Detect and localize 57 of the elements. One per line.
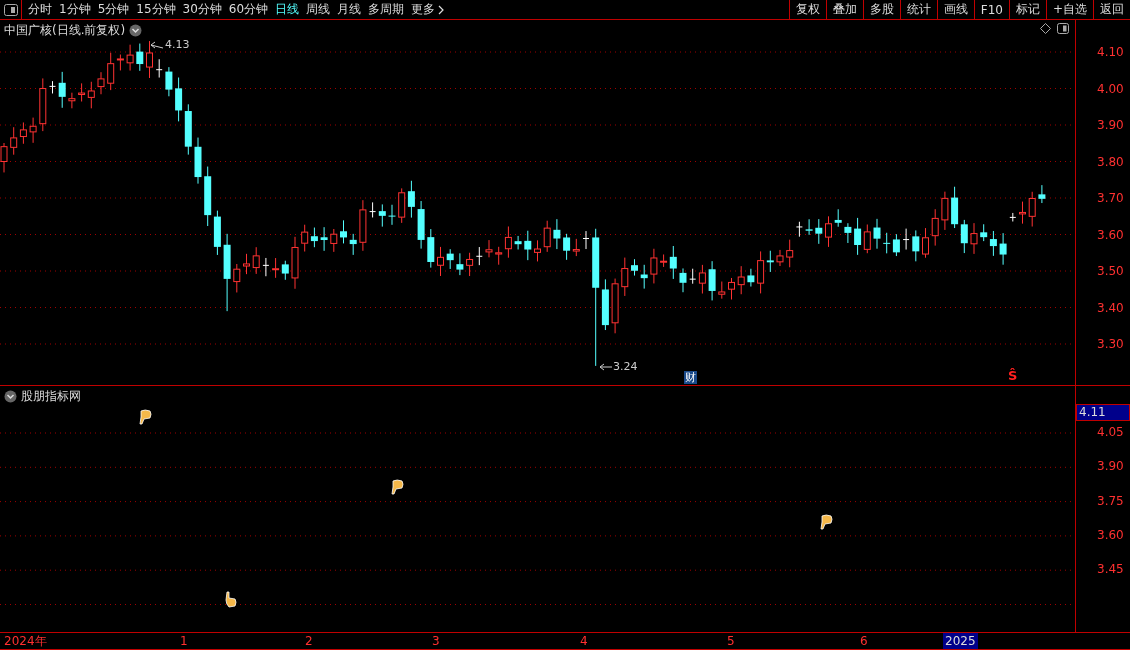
signal-marker[interactable]: Ŝ <box>1008 369 1018 383</box>
period-tab[interactable]: 15分钟 <box>136 1 176 18</box>
toolbar-button[interactable]: 复权 <box>788 0 826 19</box>
period-tab[interactable]: 30分钟 <box>182 1 222 18</box>
period-tab[interactable]: 日线 <box>275 1 300 18</box>
axis-label: 3.80 <box>1096 153 1125 171</box>
axis-label: 3.70 <box>1096 190 1125 207</box>
indicator-title: 股朋指标网 <box>21 388 81 405</box>
axis-label: 3.50 <box>1096 263 1125 280</box>
finance-badge[interactable]: 财 <box>684 371 697 384</box>
period-tab[interactable]: 月线 <box>337 1 362 18</box>
period-tab[interactable]: 60分钟 <box>228 1 269 18</box>
axis-label: 3.30 <box>1096 336 1125 353</box>
date-label: 4 <box>579 633 589 649</box>
axis-label: 3.60 <box>1096 226 1125 244</box>
toolbar-button[interactable]: 标记 <box>1008 0 1046 19</box>
period-tab[interactable]: 多周期 <box>368 1 405 18</box>
axis-label: 4.05 <box>1096 424 1125 441</box>
panel-toggle-icon <box>3 3 18 16</box>
axis-label: 3.45 <box>1096 561 1125 579</box>
leader-line <box>599 363 613 371</box>
period-tab[interactable]: 分时 <box>28 1 52 18</box>
axis-label: 3.90 <box>1096 458 1125 476</box>
axis-label: 4.00 <box>1096 80 1125 98</box>
dropdown-icon[interactable] <box>129 24 143 37</box>
date-label: 5 <box>726 633 736 649</box>
period-tab[interactable]: 更多 <box>411 1 445 18</box>
axis-label: 3.60 <box>1096 526 1125 544</box>
period-tab[interactable]: 5分钟 <box>97 1 130 18</box>
diamond-icon[interactable] <box>1040 23 1051 34</box>
date-label: 2 <box>304 633 314 649</box>
price-label: 4.13 <box>165 38 190 51</box>
panel-toggle-icon[interactable] <box>1057 23 1069 34</box>
price-label: 3.24 <box>613 360 638 373</box>
leader-line <box>150 41 164 49</box>
date-label: 6 <box>859 633 869 649</box>
axis-label: 3.40 <box>1096 299 1125 317</box>
toolbar-button[interactable]: +自选 <box>1045 0 1093 19</box>
toolbar-button[interactable]: F10 <box>973 0 1009 19</box>
toolbar-button[interactable]: 多股 <box>862 0 900 19</box>
toolbar-button[interactable]: 统计 <box>899 0 937 19</box>
axis-label: 3.75 <box>1096 492 1125 510</box>
axis-label: 3.90 <box>1096 117 1125 134</box>
period-tab[interactable]: 周线 <box>306 1 331 18</box>
axis-label: 4.10 <box>1096 44 1125 61</box>
date-label: 1 <box>179 633 189 649</box>
date-label: 3 <box>431 633 441 649</box>
toolbar-button[interactable]: 叠加 <box>825 0 863 19</box>
date-label: 2025 <box>943 633 978 649</box>
dropdown-icon[interactable] <box>4 390 17 403</box>
chevron-right-icon <box>438 4 445 15</box>
period-tab[interactable]: 1分钟 <box>59 1 91 18</box>
current-value-label: 4.11 <box>1076 404 1130 421</box>
date-label: 2024年 <box>3 633 48 649</box>
chart-title: 中国广核(日线.前复权) <box>4 22 126 39</box>
toolbar-button[interactable]: 画线 <box>936 0 974 19</box>
toolbar-button[interactable]: 返回 <box>1093 0 1130 19</box>
